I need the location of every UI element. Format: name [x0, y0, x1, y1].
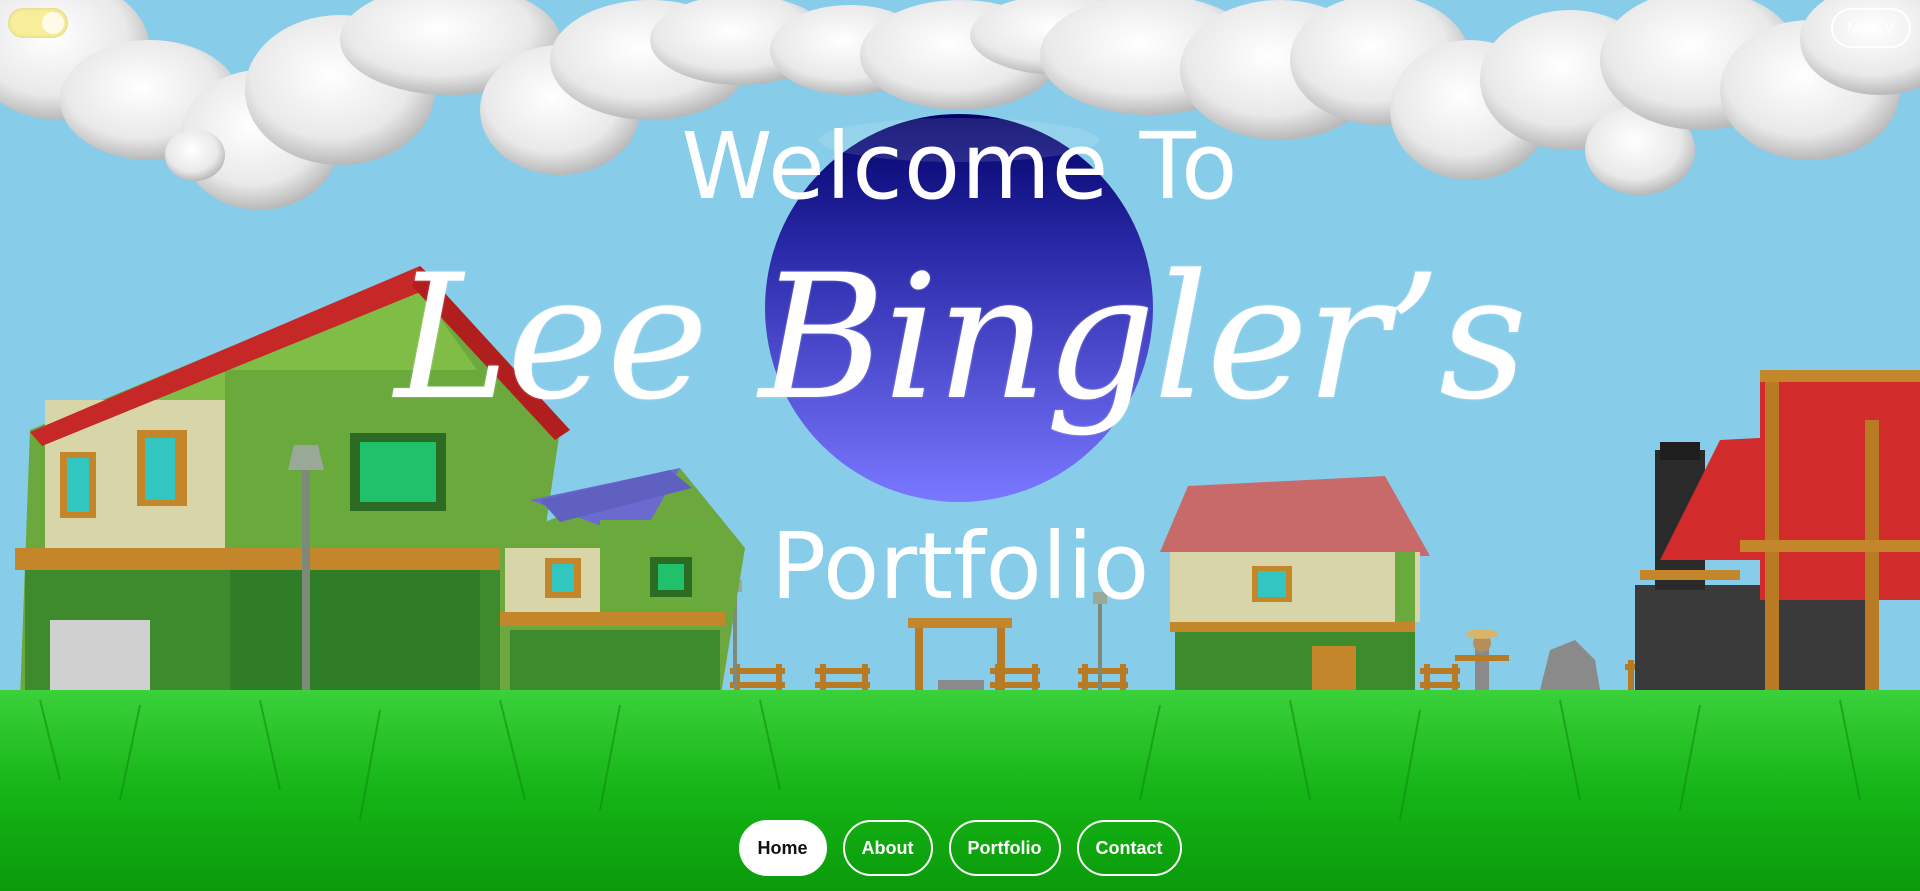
village-scene-stage: My CV Welcome To Lee Bingler’s Portfolio… [0, 0, 1920, 891]
hero-name-script: Lee Bingler’s [394, 237, 1528, 438]
theme-toggle[interactable] [8, 8, 68, 38]
nav-portfolio-button[interactable]: Portfolio [948, 820, 1061, 876]
nav-home-button[interactable]: Home [738, 820, 827, 876]
hero-welcome-heading: Welcome To [681, 113, 1239, 220]
bottom-nav: Home About Portfolio Contact [0, 820, 1920, 876]
hero-subtitle: Portfolio [770, 513, 1150, 620]
nav-contact-button[interactable]: Contact [1076, 820, 1182, 876]
nav-about-button[interactable]: About [842, 820, 933, 876]
toggle-knob [42, 12, 64, 34]
cv-button[interactable]: My CV [1831, 8, 1911, 48]
